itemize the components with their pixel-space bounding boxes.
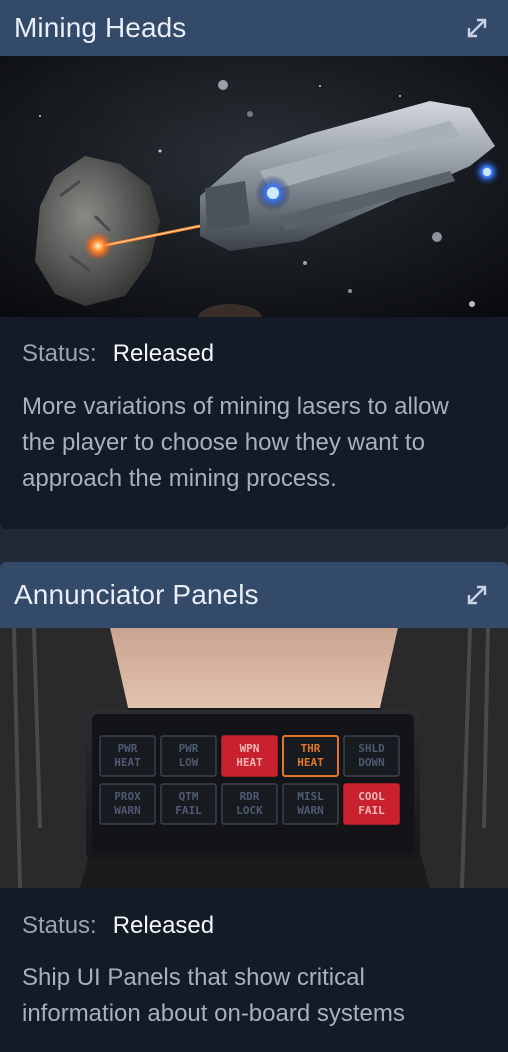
annunciator-label: PROX (114, 790, 141, 803)
annunciator-button: THRHEAT (282, 735, 339, 777)
annunciator-label: WPN (240, 742, 260, 755)
annunciator-label: QTM (179, 790, 199, 803)
annunciator-label: RDR (240, 790, 260, 803)
annunciator-label: COOL (358, 790, 385, 803)
annunciator-label: WARN (297, 804, 324, 817)
card-title[interactable]: Annunciator Panels (14, 579, 259, 611)
annunciator-button: PWRLOW (160, 735, 217, 777)
annunciator-button: QTMFAIL (160, 783, 217, 825)
status-line: Status: Released (22, 912, 214, 940)
card-description: More variations of mining lasers to allo… (22, 393, 449, 492)
annunciator-label: PWR (118, 742, 138, 755)
annunciator-label: DOWN (358, 756, 385, 769)
annunciator-button: PROXWARN (99, 783, 156, 825)
status-value: Released (112, 912, 215, 939)
card-header[interactable]: Annunciator Panels (0, 562, 508, 628)
mining-ship-image (0, 56, 508, 317)
status-label: Status: (22, 340, 97, 367)
roadmap-card-mining-heads: Mining Heads Status: Released More varia… (0, 0, 508, 529)
expand-icon[interactable] (466, 17, 488, 39)
annunciator-button: PWRHEAT (99, 735, 156, 777)
annunciator-label: MISL (297, 790, 324, 803)
annunciator-label: LOW (179, 756, 199, 769)
status-label: Status: (22, 912, 97, 939)
annunciator-label: WARN (114, 804, 141, 817)
annunciator-label: THR (301, 742, 321, 755)
roadmap-card-annunciator-panels: Annunciator Panels PWR HEAT PWR LOW WPN … (0, 562, 508, 1052)
annunciator-label: FAIL (358, 804, 385, 817)
annunciator-button: MISLWARN (282, 783, 339, 825)
annunciator-label: LOCK (236, 804, 263, 817)
card-title[interactable]: Mining Heads (14, 12, 186, 44)
annunciator-label: SHLD (358, 742, 385, 755)
annunciator-label: PWR (179, 742, 199, 755)
card-header[interactable]: Mining Heads (0, 0, 508, 56)
expand-icon[interactable] (466, 584, 488, 606)
annunciator-button: COOLFAIL (343, 783, 400, 825)
annunciator-label: HEAT (236, 756, 263, 769)
status-value: Released (112, 340, 215, 367)
annunciator-button: WPNHEAT (221, 735, 278, 777)
annunciator-button: SHLDDOWN (343, 735, 400, 777)
card-description: Ship UI Panels that show critical inform… (22, 964, 405, 1027)
annunciator-button: RDRLOCK (221, 783, 278, 825)
status-line: Status: Released (22, 340, 214, 368)
annunciator-label: HEAT (297, 756, 324, 769)
annunciator-label: FAIL (175, 804, 202, 817)
annunciator-label: HEAT (114, 756, 141, 769)
annunciator-panel-image: PWR HEAT PWR LOW WPN HEAT THR HEAT SHLD DOWN PROX W… (0, 628, 508, 888)
